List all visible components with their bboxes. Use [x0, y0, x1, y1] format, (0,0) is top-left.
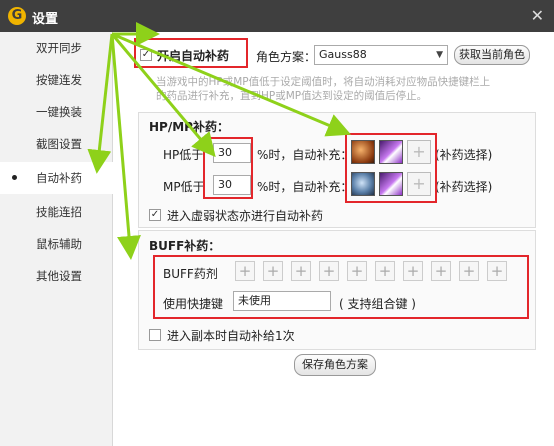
potion-slots-highlight-box — [345, 133, 437, 203]
sidebar-item-dual-sync[interactable]: 双开同步 — [0, 32, 113, 64]
role-scheme-select[interactable]: Gauss88 ▼ — [314, 45, 448, 65]
buff-section-title: BUFF补药： — [149, 239, 221, 253]
hp-threshold-label: HP低于 — [163, 148, 204, 162]
description-line-1: 当游戏中的HP或MP值低于设定阈值时，将自动消耗对应物品快捷键栏上 — [156, 76, 491, 88]
sidebar-item-skill-combo[interactable]: 技能连招 — [0, 196, 113, 228]
sidebar-item-label: 鼠标辅助 — [36, 237, 82, 251]
sidebar-item-label: 其他设置 — [36, 269, 82, 283]
sidebar-item-mouse-assist[interactable]: 鼠标辅助 — [0, 228, 113, 260]
buff-highlight-box — [153, 255, 529, 319]
mp-threshold-label: MP低于 — [163, 180, 205, 194]
window-title: 设置 — [32, 12, 59, 27]
weak-state-checkbox[interactable]: ✓ — [149, 209, 161, 221]
hpmp-section: HP/MP补药： HP低于 30 %时，自动补充： + (补药选择) MP低于 … — [138, 112, 536, 228]
sidebar-item-quick-equip[interactable]: 一键换装 — [0, 96, 113, 128]
highlight-box — [134, 38, 248, 68]
auto-potion-panel: ✓ 开启自动补药 角色方案： Gauss88 ▼ 获取当前角色 当游戏中的HP或… — [114, 32, 554, 446]
save-role-scheme-button[interactable]: 保存角色方案 — [294, 354, 376, 376]
buff-section: BUFF补药： BUFF药剂 + + + + + + + + + + 使用快捷键… — [138, 230, 536, 350]
active-dot-icon — [12, 175, 17, 180]
hp-percent-label: %时，自动补充： — [257, 148, 353, 162]
mp-percent-label: %时，自动补充： — [257, 180, 353, 194]
sidebar-item-auto-potion[interactable]: 自动补药 — [0, 162, 114, 194]
hpmp-section-title: HP/MP补药： — [149, 120, 229, 134]
sidebar-item-label: 自动补药 — [36, 171, 82, 185]
role-scheme-label: 角色方案： — [256, 50, 317, 64]
dungeon-supply-checkbox[interactable] — [149, 329, 161, 341]
mp-potion-select-hint: (补药选择) — [435, 180, 493, 194]
sidebar-item-label: 按键连发 — [36, 73, 82, 87]
hp-potion-select-hint: (补药选择) — [435, 148, 493, 162]
close-icon[interactable]: ✕ — [531, 6, 544, 25]
weak-state-label: 进入虚弱状态亦进行自动补药 — [167, 209, 324, 223]
sidebar-item-label: 一键换装 — [36, 105, 82, 119]
sidebar-item-label: 技能连招 — [36, 205, 82, 219]
sidebar-item-screenshot[interactable]: 截图设置 — [0, 128, 113, 160]
sidebar-item-key-repeat[interactable]: 按键连发 — [0, 64, 113, 96]
description-line-2: 的药品进行补充，直到HP或MP值达到设定的阈值后停止。 — [156, 90, 428, 102]
title-bar: G 设置 ✕ — [0, 0, 554, 32]
sidebar-item-other-settings[interactable]: 其他设置 — [0, 260, 113, 292]
watermark: 百度知道 | 吉林心吧官方 — [436, 429, 546, 440]
threshold-highlight-box — [203, 137, 253, 199]
sidebar-item-label: 双开同步 — [36, 41, 82, 55]
dungeon-supply-label: 进入副本时自动补给1次 — [167, 329, 295, 343]
app-logo-icon: G — [8, 7, 26, 25]
chevron-down-icon: ▼ — [436, 50, 443, 60]
role-scheme-value: Gauss88 — [319, 48, 367, 61]
sidebar-item-label: 截图设置 — [36, 137, 82, 151]
get-current-role-button[interactable]: 获取当前角色 — [454, 45, 530, 65]
sidebar: 双开同步 按键连发 一键换装 截图设置 自动补药 技能连招 鼠标辅助 其他设置 — [0, 32, 114, 446]
